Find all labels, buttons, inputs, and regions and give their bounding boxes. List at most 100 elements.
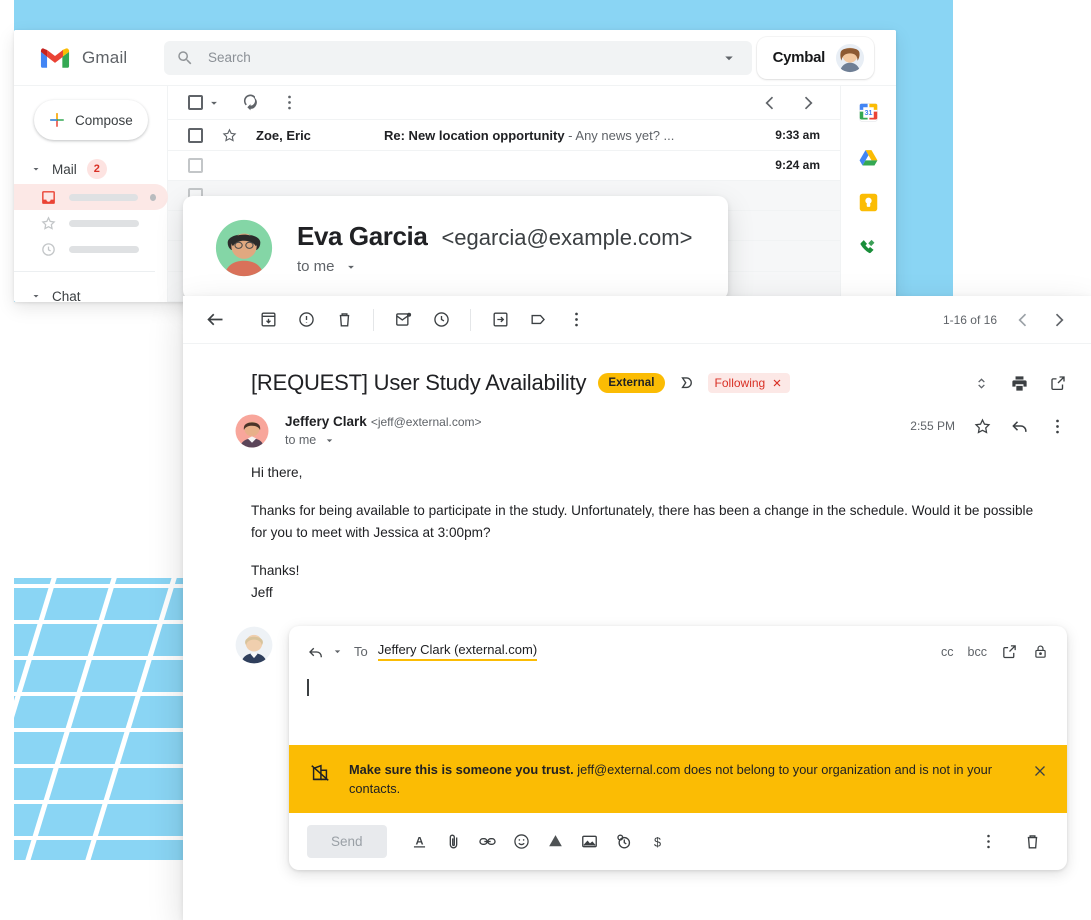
search-input-placeholder: Search — [208, 50, 251, 65]
table-row[interactable]: Zoe, Eric Re: New location opportunity -… — [168, 120, 840, 151]
recipient-chip[interactable]: Jeffery Clark (external.com) — [377, 642, 538, 661]
discard-draft-icon[interactable] — [1015, 832, 1049, 851]
compose-button-label: Compose — [75, 112, 133, 128]
label-icon[interactable] — [519, 310, 557, 329]
list-toolbar — [168, 86, 840, 121]
confidential-mode-icon[interactable] — [607, 832, 641, 851]
star-icon[interactable] — [973, 417, 992, 436]
next-email-button[interactable] — [1049, 310, 1069, 330]
inbox-icon — [40, 189, 57, 206]
unread-dot — [149, 193, 156, 201]
select-all-checkbox[interactable] — [188, 95, 221, 111]
row-time: 9:24 am — [775, 158, 820, 173]
row-checkbox[interactable] — [188, 127, 203, 143]
report-spam-icon[interactable] — [287, 310, 325, 329]
decorative-grid-panel — [14, 578, 183, 860]
move-to-inbox-icon[interactable] — [481, 310, 519, 329]
account-chip[interactable]: Cymbal — [757, 37, 874, 79]
contact-recipients[interactable]: to me — [297, 258, 692, 275]
email-pagination: 1-16 of 16 — [943, 310, 1069, 330]
refresh-icon[interactable] — [241, 93, 260, 112]
plus-icon — [48, 111, 66, 129]
lock-icon[interactable] — [1032, 643, 1049, 660]
avatar[interactable] — [835, 43, 865, 73]
to-field-label: To — [354, 644, 368, 659]
chevron-down-icon[interactable] — [323, 434, 336, 447]
reply-mode-selector[interactable] — [307, 643, 344, 661]
star-icon[interactable] — [221, 127, 238, 144]
send-button[interactable]: Send — [307, 825, 387, 858]
list-prev-page-button[interactable] — [760, 93, 780, 113]
row-checkbox[interactable] — [188, 157, 203, 173]
svg-text:A: A — [416, 836, 424, 848]
thread-icon — [677, 374, 696, 393]
search-bar[interactable]: Search — [164, 40, 752, 75]
nav-divider — [14, 271, 155, 272]
insert-emoji-icon[interactable] — [505, 832, 539, 851]
nav-section-mail: Mail 2 — [14, 154, 168, 262]
formatting-icon[interactable]: A — [403, 832, 437, 851]
google-keep-icon[interactable] — [858, 192, 879, 213]
close-icon[interactable] — [1031, 760, 1049, 780]
back-arrow-icon[interactable] — [205, 309, 249, 330]
compose-button[interactable]: Compose — [34, 100, 148, 140]
open-in-new-icon[interactable] — [1001, 643, 1018, 660]
email-body-paragraph: Thanks for being available to participat… — [251, 503, 1034, 540]
google-calendar-icon[interactable]: 31 — [858, 102, 879, 123]
row-sender: Zoe, Eric — [256, 127, 311, 143]
contact-email: <egarcia@example.com> — [441, 225, 693, 250]
insert-money-icon[interactable]: $ — [641, 832, 675, 851]
reply-icon[interactable] — [1010, 416, 1030, 436]
status-badge-following[interactable]: Following — [707, 373, 791, 393]
archive-icon[interactable] — [249, 310, 287, 329]
clock-icon[interactable] — [422, 310, 460, 329]
nav-section-header-mail[interactable]: Mail 2 — [30, 154, 167, 184]
insert-photo-icon[interactable] — [573, 832, 607, 851]
more-vert-icon[interactable] — [1048, 417, 1067, 436]
email-body: Hi there, Thanks for being available to … — [183, 448, 1091, 604]
sender-name: Jeffery Clark — [285, 414, 367, 429]
email-toolbar: 1-16 of 16 — [183, 296, 1091, 344]
chevron-down-icon[interactable] — [344, 260, 358, 274]
search-options-icon[interactable] — [720, 49, 738, 67]
insert-drive-icon[interactable] — [539, 832, 573, 851]
gmail-logo-text: Gmail — [82, 47, 128, 67]
open-in-new-icon[interactable] — [1049, 374, 1067, 392]
attach-file-icon[interactable] — [437, 832, 471, 851]
prev-email-button[interactable] — [1013, 310, 1033, 330]
google-drive-icon[interactable] — [858, 147, 879, 168]
more-vert-icon[interactable] — [280, 93, 299, 112]
insert-link-icon[interactable] — [471, 832, 505, 851]
email-body-signature: Jeff — [251, 585, 273, 600]
sidebar-item-inbox[interactable] — [14, 184, 168, 210]
external-sender-warning-icon — [309, 760, 331, 784]
page-title: [REQUEST] User Study Availability — [251, 370, 587, 395]
table-row[interactable]: 9:24 am — [168, 150, 840, 181]
compose-body-input[interactable] — [289, 671, 1067, 745]
recipients-toggle[interactable]: to me — [285, 433, 482, 447]
google-voice-icon[interactable] — [858, 237, 879, 258]
trash-icon[interactable] — [325, 310, 363, 329]
cc-button[interactable]: cc — [941, 645, 954, 659]
sidebar-item-starred[interactable] — [30, 210, 167, 236]
reply-icon — [307, 643, 325, 661]
chevron-down-icon[interactable] — [331, 645, 344, 658]
sidebar-item-label-placeholder — [69, 193, 138, 201]
nav-section-title: Mail — [52, 161, 77, 177]
warning-message: Make sure this is someone you trust. jef… — [349, 760, 1013, 798]
close-icon[interactable] — [771, 377, 783, 389]
print-icon[interactable] — [1010, 374, 1029, 393]
nav-section-header-chat[interactable]: Chat — [30, 281, 167, 302]
more-vert-icon[interactable] — [557, 310, 595, 329]
row-snippet: - Any news yet? ... — [564, 127, 675, 143]
email-body-paragraph: Hi there, — [251, 465, 303, 480]
more-options-icon[interactable] — [971, 832, 1005, 851]
list-next-page-button[interactable] — [798, 93, 818, 113]
contact-name: Eva Garcia — [297, 221, 428, 251]
sender-avatar[interactable] — [235, 414, 269, 448]
mark-unread-icon[interactable] — [384, 310, 422, 329]
bcc-button[interactable]: bcc — [968, 645, 987, 659]
sidebar-item-snoozed[interactable] — [30, 236, 167, 262]
gmail-top-bar: Gmail Search Cymbal — [14, 30, 896, 86]
expand-collapse-icon[interactable] — [973, 375, 990, 392]
